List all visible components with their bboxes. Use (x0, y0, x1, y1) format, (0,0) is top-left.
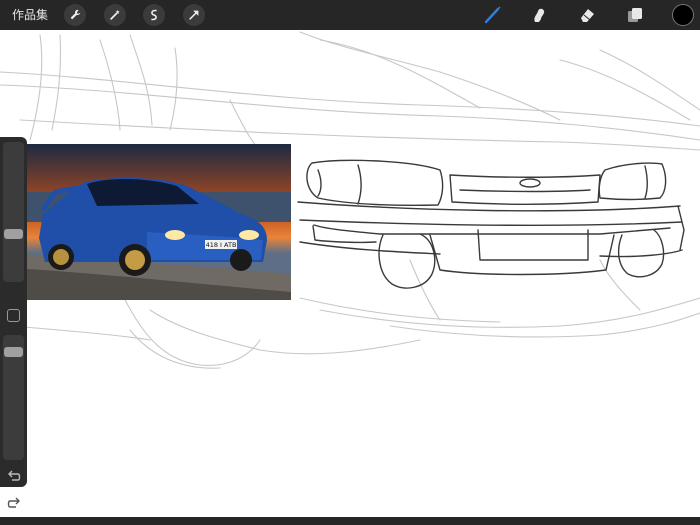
reference-photo[interactable]: 418 I ATB (27, 144, 291, 300)
gallery-button[interactable]: 作品集 (12, 7, 48, 23)
opacity-handle[interactable] (4, 346, 23, 357)
brush-icon[interactable] (481, 3, 505, 27)
wrench-icon[interactable] (64, 4, 86, 26)
license-plate-text: 418 I ATB (206, 241, 237, 249)
bottom-bar (0, 517, 700, 525)
layers-icon[interactable] (623, 3, 647, 27)
eraser-icon[interactable] (575, 3, 599, 27)
brush-size-handle[interactable] (4, 229, 23, 240)
top-toolbar: 作品集 (0, 0, 700, 30)
drawing-canvas[interactable]: 418 I ATB (0, 30, 700, 517)
color-swatch[interactable] (672, 4, 694, 26)
left-sidebar (0, 137, 27, 508)
undo-icon[interactable] (6, 470, 22, 484)
magic-wand-icon[interactable] (104, 4, 126, 26)
smudge-icon[interactable] (527, 3, 551, 27)
modify-square-icon[interactable] (7, 309, 20, 322)
transform-arrow-icon[interactable] (183, 4, 205, 26)
brush-size-slider[interactable] (3, 142, 24, 282)
selection-s-icon[interactable] (143, 4, 165, 26)
redo-icon[interactable] (6, 497, 22, 511)
